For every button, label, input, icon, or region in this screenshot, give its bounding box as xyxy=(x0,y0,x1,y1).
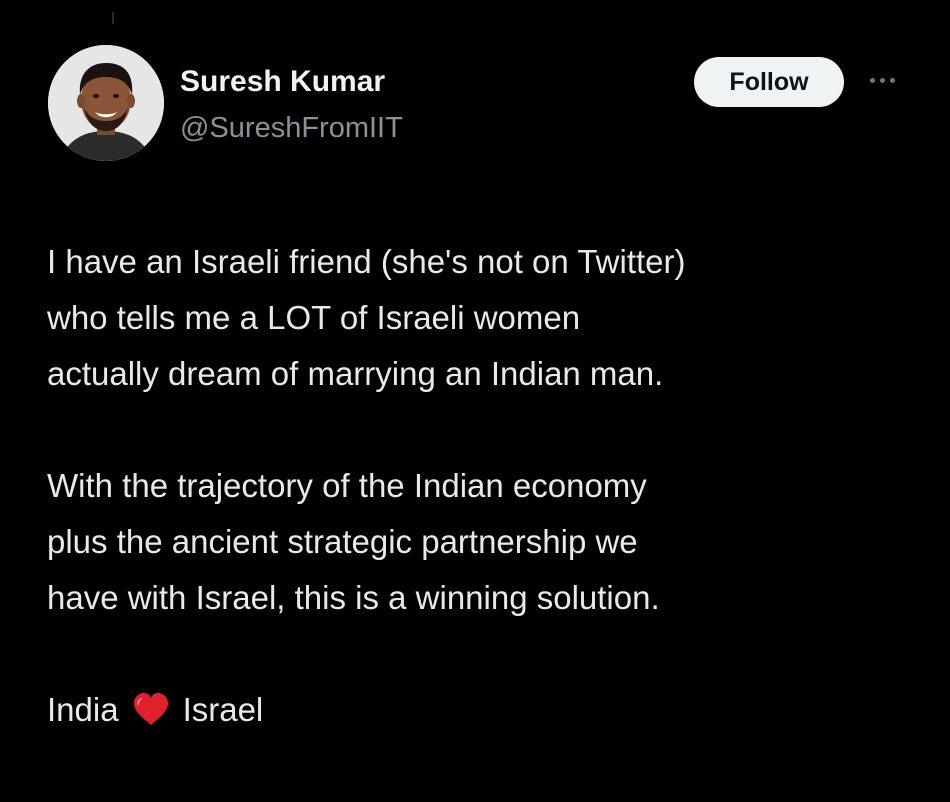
closing-word-india: India xyxy=(47,691,119,728)
more-dot xyxy=(879,77,885,83)
tweet-line: have with Israel, this is a winning solu… xyxy=(47,579,660,616)
avatar[interactable] xyxy=(48,45,164,161)
tweet-text: I have an Israeli friend (she's not on T… xyxy=(47,234,927,738)
tweet-line: actually dream of marrying an Indian man… xyxy=(47,355,664,392)
more-dot xyxy=(889,77,895,83)
top-divider-mark xyxy=(112,12,114,24)
avatar-image xyxy=(48,45,164,161)
more-dot xyxy=(869,77,875,83)
closing-word-israel: Israel xyxy=(182,691,264,728)
follow-button[interactable]: Follow xyxy=(694,57,844,107)
more-options-icon[interactable] xyxy=(860,66,904,94)
tweet-closing-line: India Israel xyxy=(47,682,927,738)
tweet-line: who tells me a LOT of Israeli women xyxy=(47,299,581,336)
author-name[interactable]: Suresh Kumar xyxy=(180,62,385,102)
tweet-line: I have an Israeli friend (she's not on T… xyxy=(47,243,686,280)
tweet-line: With the trajectory of the Indian econom… xyxy=(47,467,647,504)
author-handle[interactable]: @SureshFromIIT xyxy=(180,108,403,148)
tweet-line: plus the ancient strategic partnership w… xyxy=(47,523,638,560)
red-heart-icon xyxy=(133,693,168,725)
